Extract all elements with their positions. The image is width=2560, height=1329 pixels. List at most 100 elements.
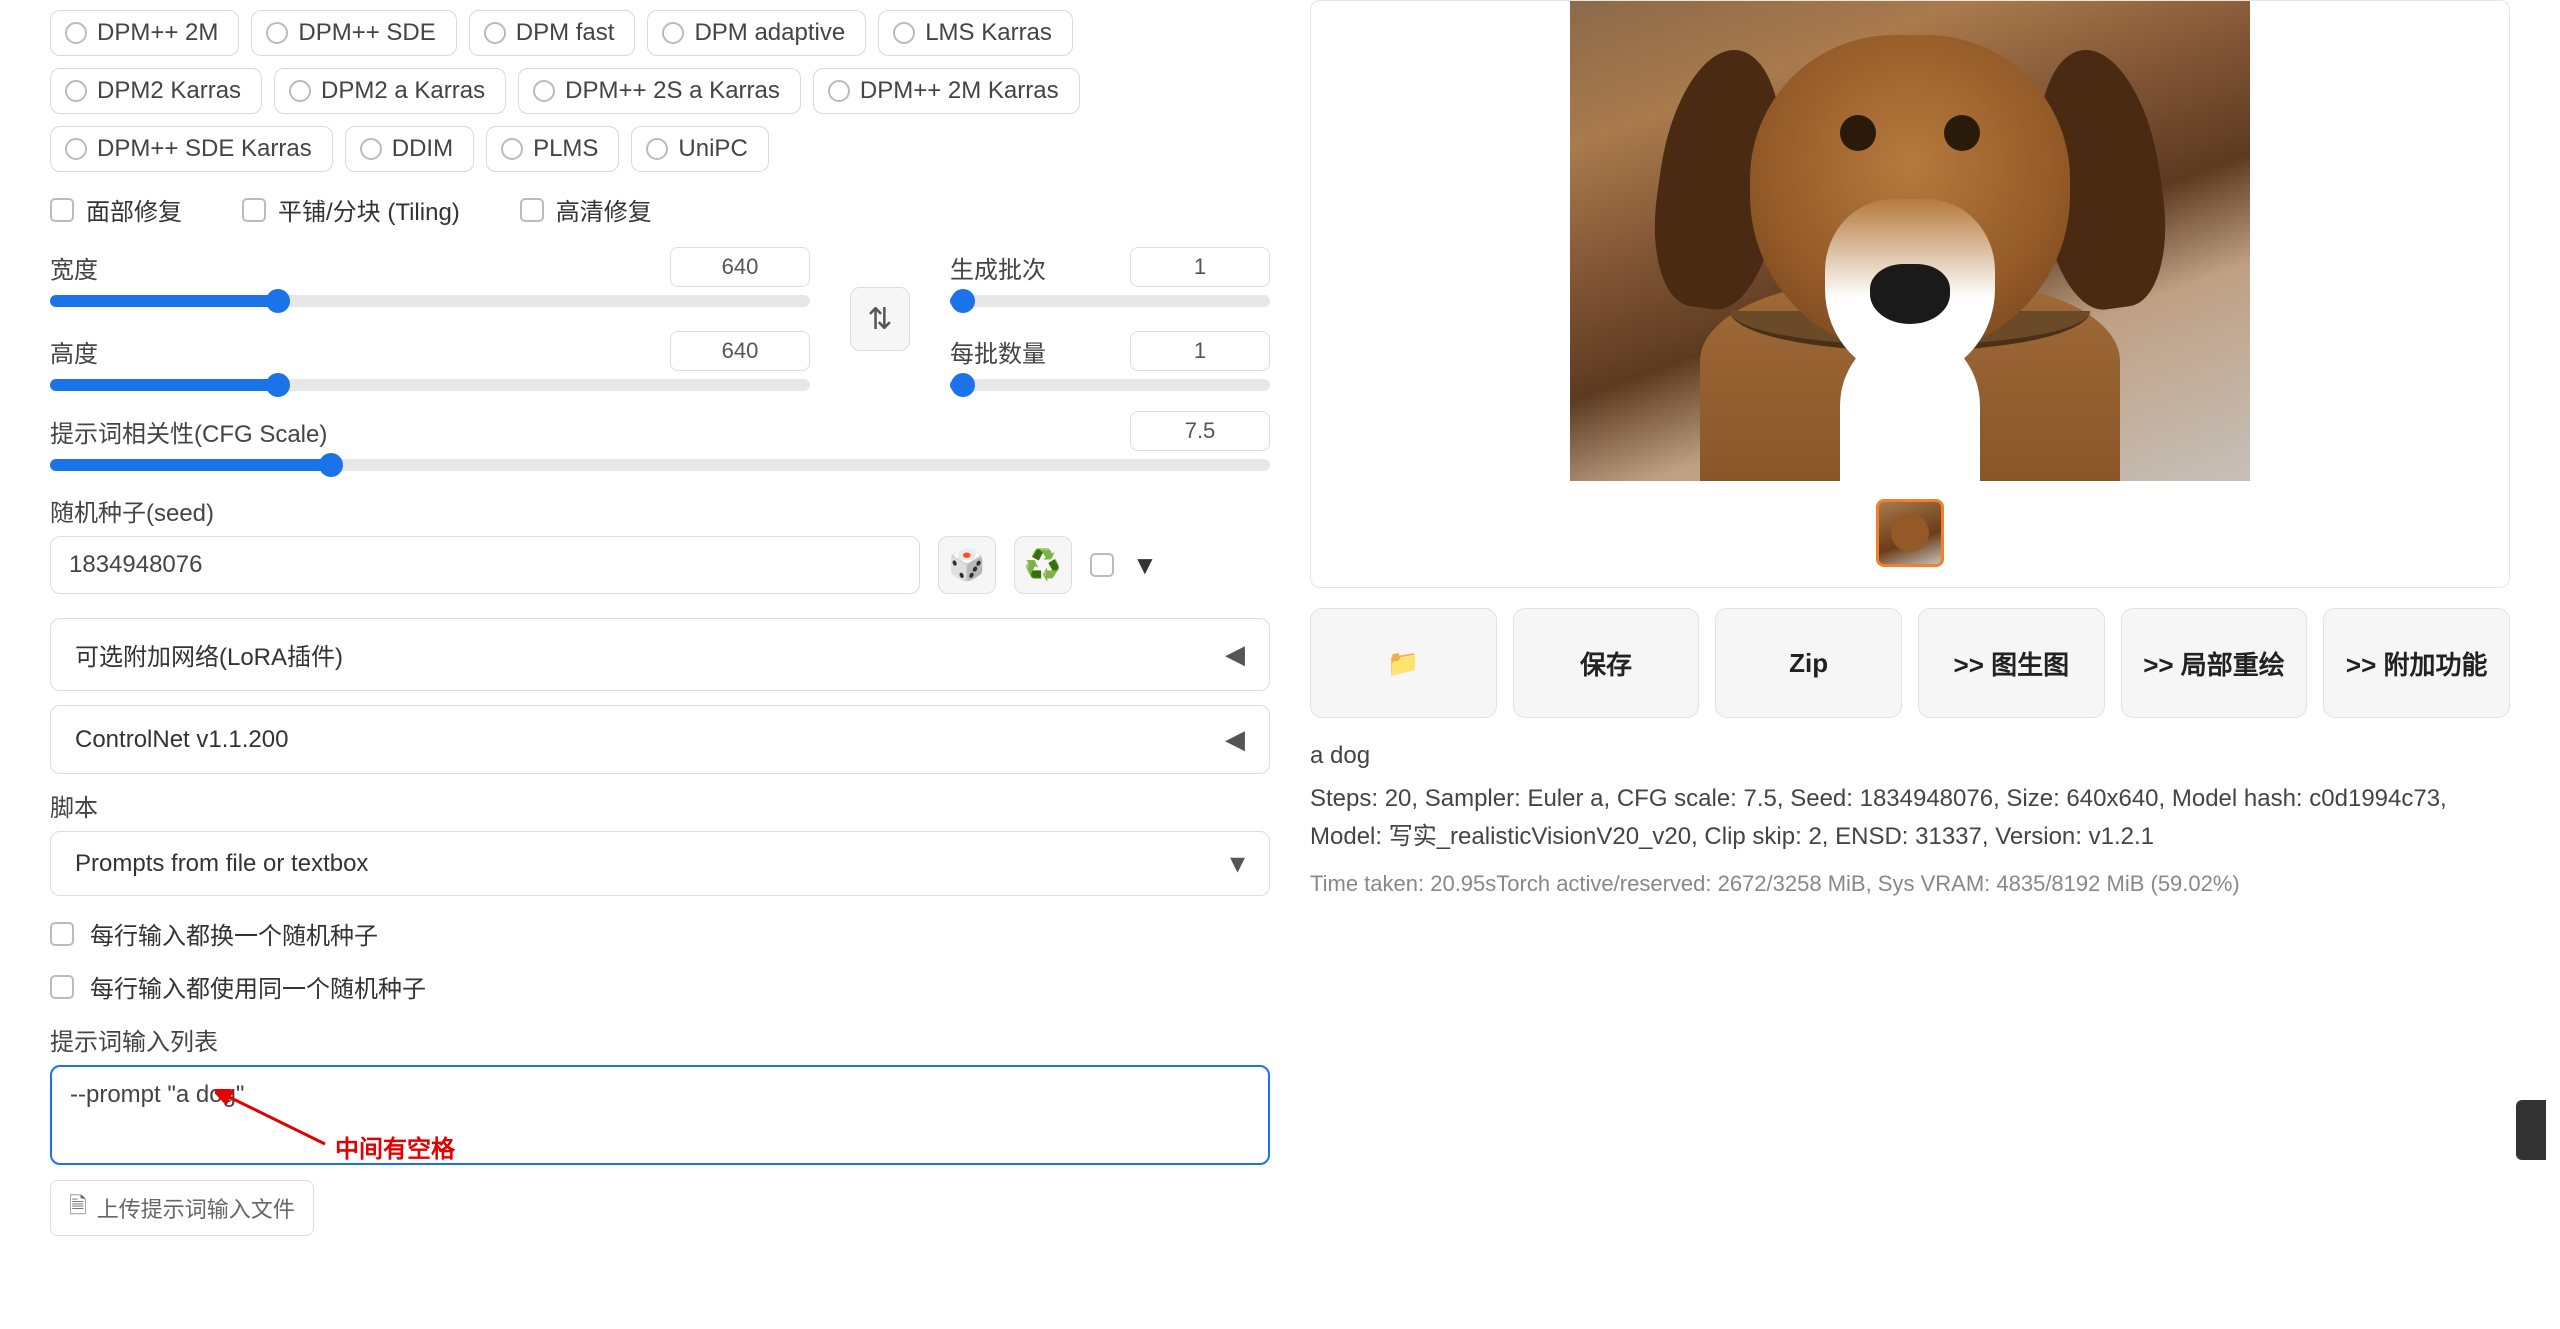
sampler-chip[interactable]: DPM++ SDE Karras: [50, 126, 333, 172]
folder-icon: 📁: [1387, 648, 1419, 679]
radio-icon: [65, 80, 87, 102]
checkbox-icon: [50, 198, 74, 222]
batch-size-slider-row: 每批数量: [950, 331, 1270, 391]
output-panel: 📁 保存 Zip >> 图生图 >> 局部重绘 >> 附加功能 a dog St…: [1310, 0, 2510, 1329]
checkbox-icon: [242, 198, 266, 222]
batch-count-label: 生成批次: [950, 250, 1046, 285]
cfg-slider[interactable]: [50, 459, 1270, 471]
prompt-list-textarea[interactable]: [50, 1065, 1270, 1165]
sampler-chip[interactable]: DPM adaptive: [647, 10, 866, 56]
face-restore-checkbox[interactable]: 面部修复: [50, 192, 182, 227]
send-to-extras-button[interactable]: >> 附加功能: [2323, 608, 2510, 718]
radio-icon: [65, 138, 87, 160]
radio-icon: [65, 22, 87, 44]
settings-panel: DPM++ 2M DPM++ SDE DPM fast DPM adaptive…: [50, 0, 1270, 1329]
send-to-img2img-button[interactable]: >> 图生图: [1918, 608, 2105, 718]
result-timing: Time taken: 20.95sTorch active/reserved:…: [1310, 871, 2510, 897]
checkbox-icon: [50, 922, 74, 946]
seed-label: 随机种子(seed): [50, 493, 1270, 528]
radio-icon: [828, 80, 850, 102]
zip-button[interactable]: Zip: [1715, 608, 1902, 718]
radio-icon: [484, 22, 506, 44]
cfg-input[interactable]: [1130, 411, 1270, 451]
sampler-chip[interactable]: UniPC: [631, 126, 768, 172]
batch-count-slider-row: 生成批次: [950, 247, 1270, 307]
extra-seed-checkbox[interactable]: [1090, 553, 1114, 577]
height-slider-row: 高度: [50, 331, 810, 391]
sampler-chip[interactable]: DPM fast: [469, 10, 636, 56]
seed-input[interactable]: [50, 536, 920, 594]
radio-icon: [662, 22, 684, 44]
width-slider-row: 宽度: [50, 247, 810, 307]
sampler-chip[interactable]: PLMS: [486, 126, 619, 172]
sampler-chip[interactable]: DPM++ SDE: [251, 10, 456, 56]
checkbox-icon: [50, 975, 74, 999]
controlnet-accordion-title: ControlNet v1.1.200: [75, 726, 288, 754]
sampler-chip[interactable]: DPM2 Karras: [50, 68, 262, 114]
height-label: 高度: [50, 334, 98, 369]
sampler-chip[interactable]: DPM++ 2M Karras: [813, 68, 1080, 114]
tiling-checkbox[interactable]: 平铺/分块 (Tiling): [242, 192, 460, 227]
side-tab[interactable]: [2516, 1100, 2546, 1160]
height-input[interactable]: [670, 331, 810, 371]
batch-count-slider[interactable]: [950, 295, 1270, 307]
width-label: 宽度: [50, 250, 98, 285]
prompt-list-label: 提示词输入列表: [50, 1022, 1270, 1057]
seed-row: 🎲 ♻️ ▼: [50, 536, 1270, 594]
controlnet-accordion[interactable]: ControlNet v1.1.200 ◀: [50, 705, 1270, 774]
sampler-chip[interactable]: DPM++ 2M: [50, 10, 239, 56]
save-button[interactable]: 保存: [1513, 608, 1700, 718]
radio-icon: [360, 138, 382, 160]
radio-icon: [893, 22, 915, 44]
sampler-chip[interactable]: DDIM: [345, 126, 474, 172]
batch-count-input[interactable]: [1130, 247, 1270, 287]
reuse-seed-button[interactable]: ♻️: [1014, 536, 1072, 594]
script-select[interactable]: Prompts from file or textbox ▾: [50, 831, 1270, 896]
feature-checkbox-row: 面部修复 平铺/分块 (Tiling) 高清修复: [50, 192, 1270, 227]
generated-image[interactable]: [1570, 1, 2250, 481]
action-button-row: 📁 保存 Zip >> 图生图 >> 局部重绘 >> 附加功能: [1310, 608, 2510, 718]
radio-icon: [289, 80, 311, 102]
batch-size-input[interactable]: [1130, 331, 1270, 371]
result-metadata: Steps: 20, Sampler: Euler a, CFG scale: …: [1310, 780, 2510, 857]
new-seed-per-line-checkbox[interactable]: 每行输入都换一个随机种子: [50, 916, 1270, 951]
cfg-label: 提示词相关性(CFG Scale): [50, 414, 327, 449]
script-label: 脚本: [50, 788, 1270, 823]
lora-accordion[interactable]: 可选附加网络(LoRA插件) ◀: [50, 618, 1270, 691]
dice-icon: 🎲: [948, 548, 985, 583]
sampler-chip[interactable]: DPM++ 2S a Karras: [518, 68, 801, 114]
batch-size-slider[interactable]: [950, 379, 1270, 391]
seed-extra-toggle[interactable]: ▼: [1132, 550, 1158, 581]
swap-icon: ⇅: [867, 302, 892, 337]
sampler-chip-group: DPM++ 2M DPM++ SDE DPM fast DPM adaptive…: [50, 10, 1270, 172]
height-slider[interactable]: [50, 379, 810, 391]
upload-prompts-button[interactable]: 🗎 上传提示词输入文件: [50, 1180, 314, 1236]
sampler-chip[interactable]: DPM2 a Karras: [274, 68, 506, 114]
preview-area: [1310, 0, 2510, 588]
radio-icon: [501, 138, 523, 160]
sampler-chip[interactable]: LMS Karras: [878, 10, 1073, 56]
script-select-value: Prompts from file or textbox: [75, 850, 368, 878]
chevron-left-icon: ◀: [1225, 639, 1245, 670]
swap-dimensions-button[interactable]: ⇅: [850, 287, 910, 351]
thumbnail[interactable]: [1876, 499, 1944, 567]
file-icon: 🗎: [69, 1189, 87, 1227]
open-folder-button[interactable]: 📁: [1310, 608, 1497, 718]
thumbnail-strip: [1876, 499, 1944, 567]
radio-icon: [533, 80, 555, 102]
random-seed-button[interactable]: 🎲: [938, 536, 996, 594]
width-input[interactable]: [670, 247, 810, 287]
checkbox-icon: [520, 198, 544, 222]
chevron-left-icon: ◀: [1225, 724, 1245, 755]
same-seed-per-line-checkbox[interactable]: 每行输入都使用同一个随机种子: [50, 969, 1270, 1004]
send-to-inpaint-button[interactable]: >> 局部重绘: [2121, 608, 2308, 718]
lora-accordion-title: 可选附加网络(LoRA插件): [75, 637, 343, 672]
hires-fix-checkbox[interactable]: 高清修复: [520, 192, 652, 227]
batch-size-label: 每批数量: [950, 334, 1046, 369]
radio-icon: [646, 138, 668, 160]
dimensions-grid: 宽度 高度: [50, 247, 1270, 391]
result-prompt: a dog: [1310, 742, 2510, 770]
cfg-slider-row: 提示词相关性(CFG Scale): [50, 411, 1270, 471]
recycle-icon: ♻️: [1024, 548, 1061, 583]
width-slider[interactable]: [50, 295, 810, 307]
